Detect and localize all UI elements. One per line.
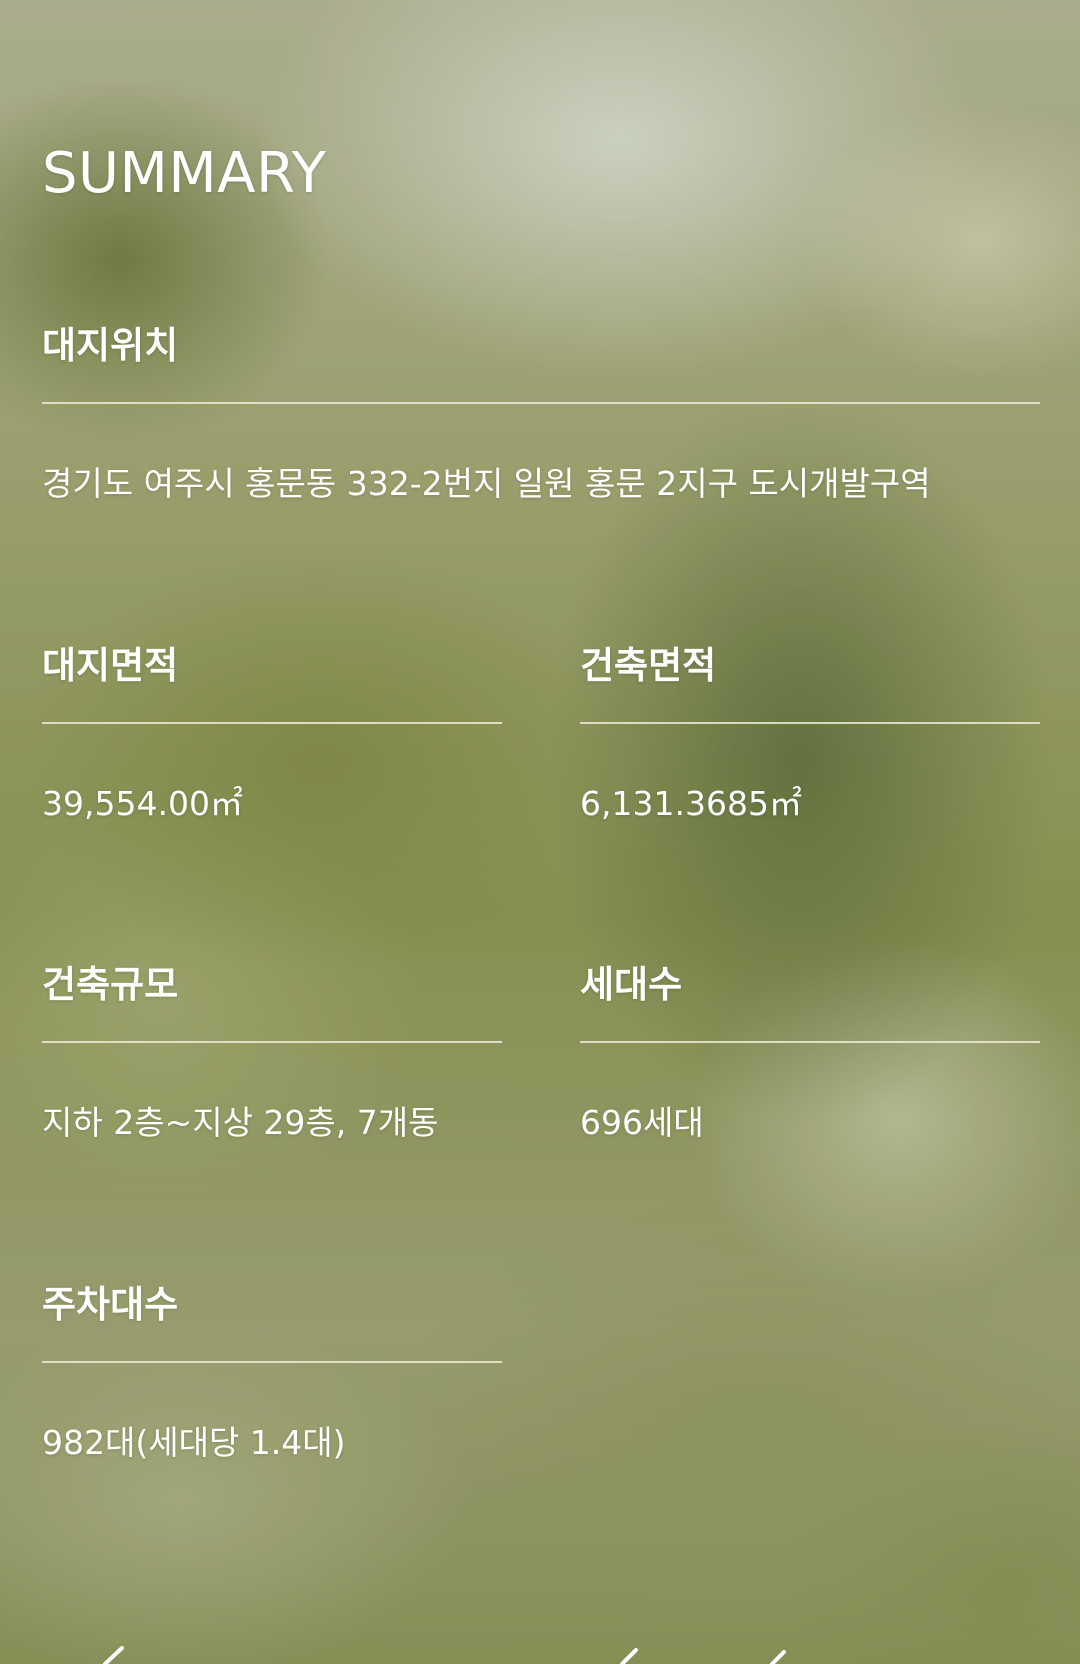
location-label: 대지위치 bbox=[42, 324, 179, 367]
households-block: 세대수 696세대 bbox=[580, 957, 1040, 1143]
parking-divider bbox=[42, 1361, 502, 1363]
building-scale-value: 지하 2층~지상 29층, 7개동 bbox=[42, 1103, 439, 1142]
building-scale-block: 건축규모 지하 2층~지상 29층, 7개동 bbox=[42, 957, 502, 1143]
site-area-label: 대지면적 bbox=[42, 644, 179, 687]
decorative-bottom-strokes bbox=[103, 1646, 786, 1664]
site-area-value: 39,554.00㎡ bbox=[42, 784, 243, 823]
households-divider bbox=[580, 1041, 1040, 1043]
households-value: 696세대 bbox=[580, 1103, 704, 1142]
location-block: 대지위치 경기도 여주시 홍문동 332-2번지 일원 홍문 2지구 도시개발구… bbox=[42, 318, 1040, 504]
building-scale-divider bbox=[42, 1041, 502, 1043]
summary-section: SUMMARY 대지위치 경기도 여주시 홍문동 332-2번지 일원 홍문 2… bbox=[42, 0, 1040, 1664]
site-area-divider bbox=[42, 722, 502, 724]
location-value: 경기도 여주시 홍문동 332-2번지 일원 홍문 2지구 도시개발구역 bbox=[42, 464, 931, 503]
building-scale-label: 건축규모 bbox=[42, 963, 179, 1006]
households-label: 세대수 bbox=[580, 963, 683, 1006]
parking-value: 982대(세대당 1.4대) bbox=[42, 1423, 346, 1462]
building-area-value: 6,131.3685㎡ bbox=[580, 784, 802, 823]
building-area-label: 건축면적 bbox=[580, 644, 717, 687]
parking-block: 주차대수 982대(세대당 1.4대) bbox=[42, 1277, 502, 1463]
location-divider bbox=[42, 402, 1040, 404]
building-area-divider bbox=[580, 722, 1040, 724]
parking-label: 주차대수 bbox=[42, 1283, 179, 1326]
building-area-block: 건축면적 6,131.3685㎡ bbox=[580, 638, 1040, 824]
page-title: SUMMARY bbox=[42, 141, 327, 206]
site-area-block: 대지면적 39,554.00㎡ bbox=[42, 638, 502, 824]
